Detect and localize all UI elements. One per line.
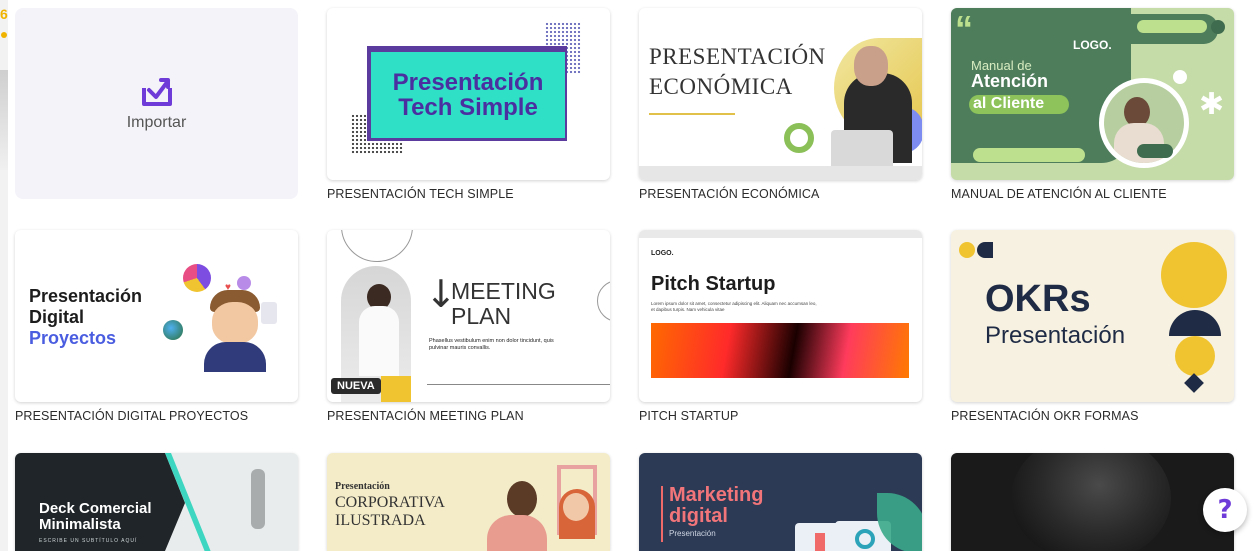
- template-title: Proyectos: [29, 328, 117, 348]
- template-caption[interactable]: PRESENTACIÓN DIGITAL PROYECTOS: [15, 409, 248, 423]
- template-title: Deck Comercial: [39, 500, 152, 517]
- template-caption[interactable]: MANUAL DE ATENCIÓN AL CLIENTE: [951, 187, 1167, 201]
- template-title: Digital: [29, 307, 85, 327]
- template-title: al Cliente: [973, 95, 1045, 112]
- template-title: Pitch Startup: [651, 273, 776, 295]
- template-title: Tech Simple: [398, 94, 538, 121]
- template-subtitle: Presentación: [669, 529, 716, 538]
- template-card-marketing-digital[interactable]: Marketing digital Presentación: [639, 453, 922, 551]
- new-badge: NUEVA: [331, 378, 381, 394]
- person-photo: [1011, 453, 1171, 551]
- import-tile[interactable]: Importar: [15, 8, 298, 199]
- template-title: Marketing: [669, 484, 764, 506]
- help-icon: ?: [1217, 495, 1233, 525]
- illustration-avatar: [200, 290, 270, 372]
- template-title: CORPORATIVA: [335, 494, 445, 511]
- template-title: MEETING: [451, 278, 556, 304]
- template-title: Minimalista: [39, 516, 121, 533]
- template-caption[interactable]: PRESENTACIÓN TECH SIMPLE: [327, 187, 514, 201]
- template-caption[interactable]: PRESENTACIÓN OKR FORMAS: [951, 409, 1139, 423]
- template-card-meeting-plan[interactable]: ↓ MEETING PLAN Phasellus vestibulum enim…: [327, 230, 610, 402]
- template-card-dark-portrait[interactable]: [951, 453, 1234, 551]
- template-title: OKRs: [985, 278, 1091, 320]
- template-card-manual[interactable]: “ LOGO. Manual de Atención al Cliente ✱: [951, 8, 1234, 180]
- template-title: ILUSTRADA: [335, 512, 426, 529]
- template-title: Presentación: [985, 322, 1126, 349]
- abstract-gradient-image: [651, 323, 909, 378]
- template-logo: LOGO.: [651, 250, 674, 257]
- template-caption[interactable]: PRESENTACIÓN MEETING PLAN: [327, 409, 524, 423]
- template-title: ECONÓMICA: [649, 74, 793, 99]
- template-card-tech-simple[interactable]: Presentación Tech Simple: [327, 8, 610, 180]
- template-caption[interactable]: PRESENTACIÓN ECONÓMICA: [639, 187, 819, 201]
- template-card-pitch-startup[interactable]: LOGO. Pitch Startup Lorem ipsum dolor si…: [639, 230, 922, 402]
- import-tray-icon: [141, 77, 172, 106]
- template-card-deck-comercial[interactable]: Deck Comercial Minimalista ESCRIBE UN SU…: [15, 453, 298, 551]
- template-title: Atención: [971, 71, 1049, 91]
- template-title: Presentación: [335, 481, 390, 492]
- template-title: Presentación: [29, 286, 143, 306]
- template-caption[interactable]: PITCH STARTUP: [639, 409, 738, 423]
- template-body: Phasellus vestibulum enim non dolor tinc…: [429, 338, 554, 351]
- template-card-okr[interactable]: OKRs Presentación: [951, 230, 1234, 402]
- template-card-digital-proyectos[interactable]: Presentación Digital Proyectos ♥: [15, 230, 298, 402]
- left-panel-glyph: 6: [0, 6, 8, 22]
- template-title: PLAN: [451, 303, 512, 329]
- template-title: Presentación: [392, 69, 544, 96]
- template-logo: LOGO.: [1073, 38, 1112, 52]
- template-title: PRESENTACIÓN: [649, 44, 826, 69]
- template-title: digital: [669, 505, 728, 527]
- left-panel-edge: 6: [0, 0, 8, 551]
- template-body: Lorem ipsum dolor sit amet, consectetur …: [651, 301, 817, 312]
- template-card-corporativa-ilustrada[interactable]: Presentación CORPORATIVA ILUSTRADA: [327, 453, 610, 551]
- help-button[interactable]: ?: [1203, 488, 1247, 532]
- import-label: Importar: [126, 113, 187, 131]
- template-subtitle: ESCRIBE UN SUBTÍTULO AQUÍ: [39, 538, 138, 544]
- template-card-economica[interactable]: PRESENTACIÓN ECONÓMICA: [639, 8, 922, 180]
